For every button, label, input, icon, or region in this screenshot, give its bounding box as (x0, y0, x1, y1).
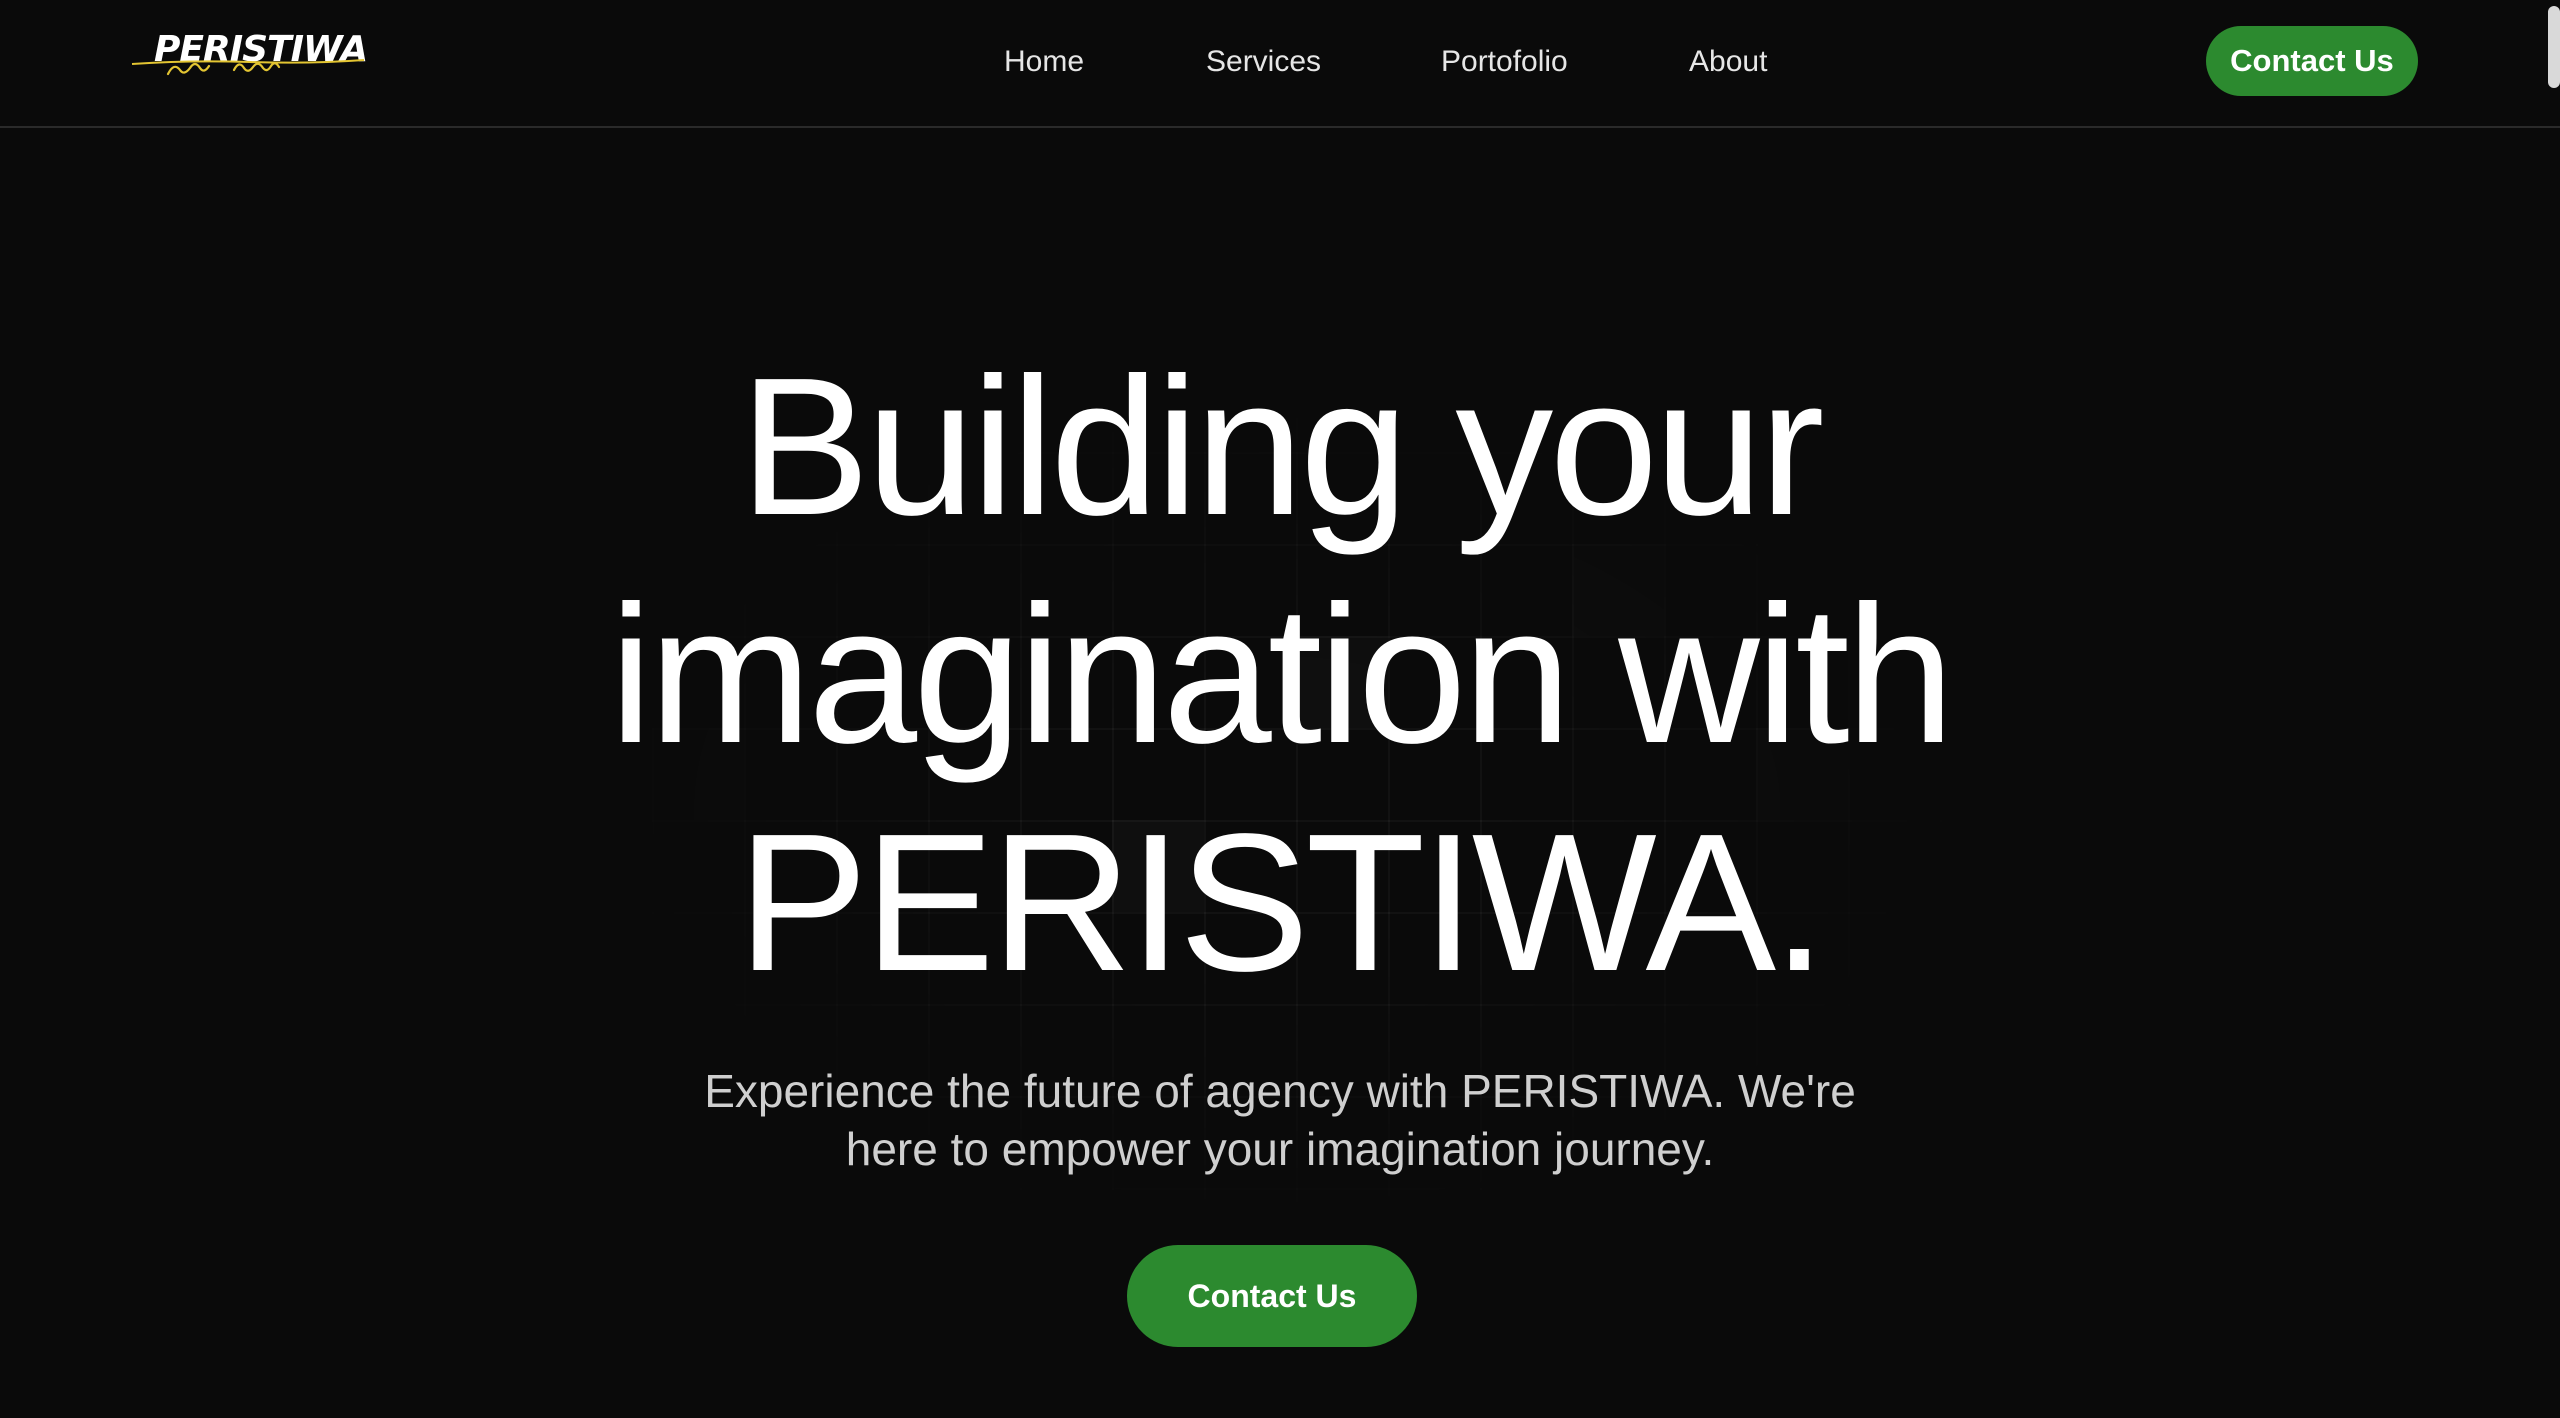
hero-subtitle-line-2: here to empower your imagination journey… (845, 1123, 1715, 1175)
nav-item-about[interactable]: About (1689, 38, 1767, 86)
hero-title-line-2: imagination with (609, 565, 1954, 784)
header-contact-button[interactable]: Contact Us (2206, 26, 2418, 96)
hero-title-line-3: PERISTIWA. (737, 793, 1826, 1012)
logo-signature-icon (131, 59, 365, 76)
hero-title-line-1: Building your (739, 337, 1824, 556)
landing-page: PERISTIWA Home Services Portofolio About… (0, 0, 2560, 1418)
nav-item-services[interactable]: Services (1206, 38, 1321, 86)
hero-contact-button[interactable]: Contact Us (1127, 1245, 1417, 1347)
nav-item-home[interactable]: Home (1004, 38, 1084, 86)
hero-subtitle-line-1: Experience the future of agency with PER… (704, 1065, 1856, 1117)
site-header: PERISTIWA Home Services Portofolio About… (0, 0, 2560, 128)
page-scrollbar[interactable] (2548, 6, 2560, 88)
nav-item-portofolio[interactable]: Portofolio (1441, 38, 1568, 86)
hero-subtitle: Experience the future of agency with PER… (0, 1062, 2560, 1178)
brand-logo[interactable]: PERISTIWA (130, 28, 368, 78)
